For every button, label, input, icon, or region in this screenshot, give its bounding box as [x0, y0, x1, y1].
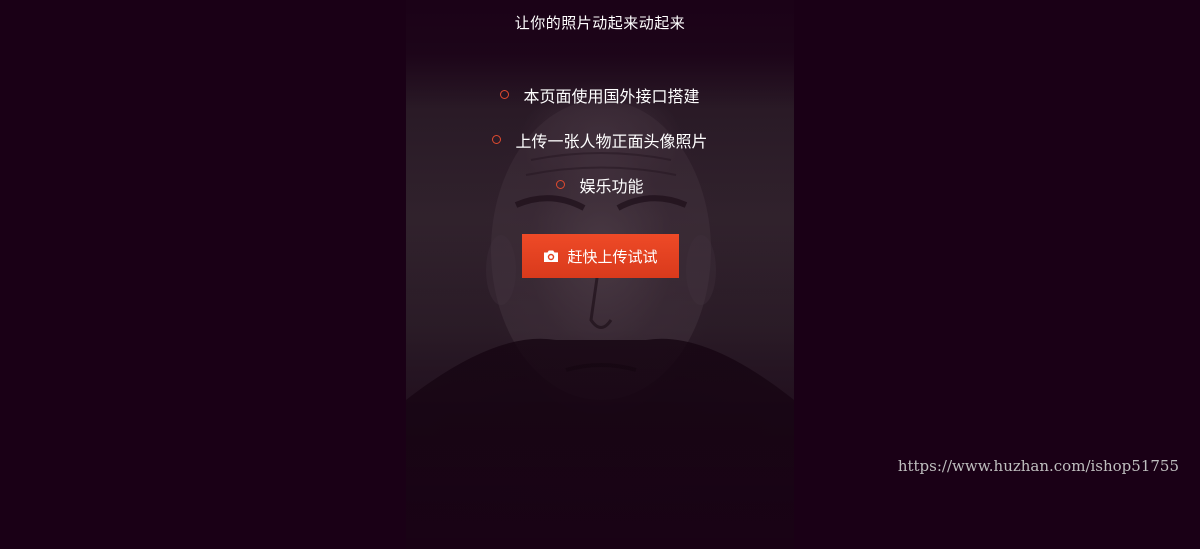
circle-bullet-icon	[556, 180, 566, 189]
feature-text: 本页面使用国外接口搭建	[523, 86, 700, 106]
list-item: 娱乐功能	[406, 162, 794, 207]
watermark-url: https://www.huzhan.com/ishop51755	[897, 457, 1179, 475]
list-item: 本页面使用国外接口搭建	[406, 72, 794, 117]
upload-button-label: 赶快上传试试	[567, 247, 658, 266]
camera-icon	[544, 250, 559, 262]
page: 让你的照片动起来动起来 本页面使用国外接口搭建 上传一张人物正面头像照片 娱乐功…	[0, 0, 1200, 549]
mobile-frame: 让你的照片动起来动起来 本页面使用国外接口搭建 上传一张人物正面头像照片 娱乐功…	[406, 0, 794, 549]
circle-bullet-icon	[500, 90, 510, 99]
feature-list: 本页面使用国外接口搭建 上传一张人物正面头像照片 娱乐功能	[406, 72, 794, 207]
feature-text: 娱乐功能	[579, 176, 644, 196]
list-item: 上传一张人物正面头像照片	[406, 117, 794, 162]
page-title: 让你的照片动起来动起来	[514, 14, 686, 32]
circle-bullet-icon	[492, 135, 502, 144]
feature-text: 上传一张人物正面头像照片	[515, 131, 708, 151]
upload-photo-button[interactable]: 赶快上传试试	[522, 234, 679, 278]
